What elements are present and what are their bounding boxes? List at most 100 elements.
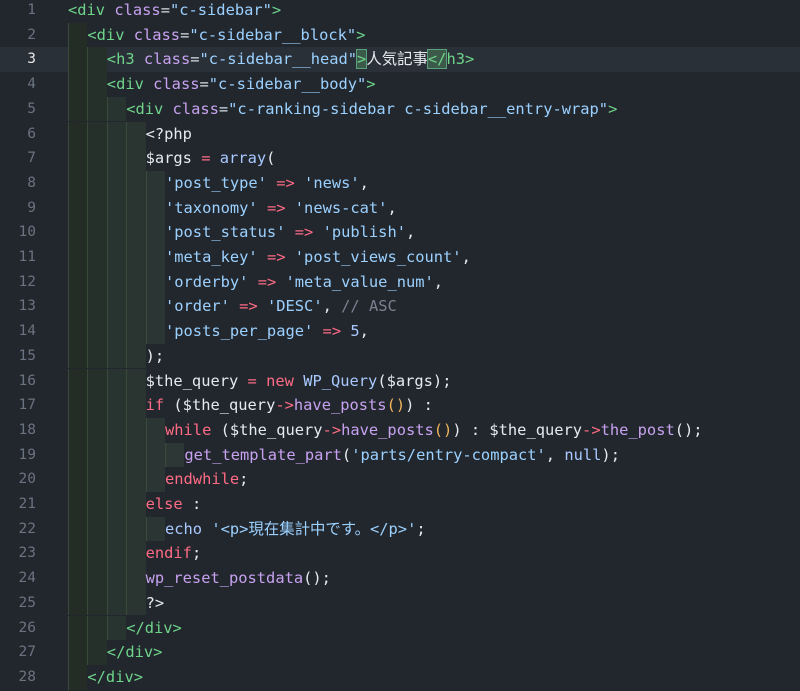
line-number: 28 <box>18 668 36 685</box>
line-number: 3 <box>27 51 36 68</box>
indent-guide <box>126 368 146 394</box>
indent-guide <box>68 541 88 567</box>
indent-guide <box>106 170 127 196</box>
code-token: 5 <box>350 322 360 341</box>
indent-guide <box>126 121 146 147</box>
code-text: 'meta_key' => 'post_views_count', <box>165 245 471 270</box>
indent-guide <box>106 393 127 418</box>
code-text: 'order' => 'DESC', // ASC <box>165 294 397 319</box>
indent-guide <box>87 368 107 394</box>
code-line[interactable]: 2 <div class="c-sidebar__block"> <box>0 22 800 48</box>
code-token: = <box>190 50 200 69</box>
code-line[interactable]: 21 else : <box>0 492 800 517</box>
indent-guide <box>106 343 127 369</box>
indent-guide <box>68 22 88 48</box>
code-token: ; <box>239 470 249 489</box>
code-token: ); <box>601 445 620 464</box>
code-token: ?> <box>145 593 165 612</box>
code-token: ($the_query <box>211 420 323 439</box>
code-line[interactable]: 4 <div class="c-sidebar__body"> <box>0 72 800 97</box>
indent-guide <box>87 245 107 270</box>
indent-guide <box>68 195 88 221</box>
indent-guide <box>87 541 107 567</box>
code-token: () <box>433 420 453 439</box>
indent-guide <box>126 590 146 616</box>
code-editor[interactable]: 1 <div class="c-sidebar"> 2 <div class="c-s… <box>0 0 800 691</box>
code-token: class <box>133 25 181 44</box>
code-line[interactable]: 24 wp_reset_postdata(); <box>0 566 800 591</box>
code-line[interactable]: 16 $the_query = new WP_Query($args); <box>0 368 800 394</box>
code-token: else <box>145 495 183 513</box>
indent-guide <box>106 417 127 443</box>
indent-guide <box>145 294 165 320</box>
code-token: </div> <box>126 618 182 637</box>
code-token: 人気記事 <box>366 50 428 69</box>
code-token: endif <box>145 544 192 563</box>
code-line[interactable]: 27 </div> <box>0 640 800 665</box>
code-token: = <box>160 1 170 19</box>
indent-guide <box>87 72 107 97</box>
code-token: <div <box>87 25 134 44</box>
code-line[interactable]: 15); <box>0 343 800 369</box>
code-token: , <box>359 173 369 192</box>
code-token: null <box>564 445 602 464</box>
indent-guide <box>106 195 127 221</box>
code-line[interactable]: 23 endif; <box>0 541 800 567</box>
code-text: <div class="c-ranking-sidebar c-sidebar_… <box>126 97 617 122</box>
line-number: 7 <box>27 150 36 167</box>
code-line[interactable]: 9 'taxonomy' => 'news-cat', <box>0 195 800 221</box>
code-line[interactable]: 10 'post_status' => 'publish', <box>0 220 800 245</box>
code-token: '<p>現在集計中です。</p>' <box>211 519 417 538</box>
code-line[interactable]: 28 </div> <box>0 664 800 690</box>
code-line[interactable]: 17 if ($the_query->have_posts()) : <box>0 393 800 418</box>
code-line[interactable]: 26 </div> <box>0 615 800 641</box>
code-line[interactable]: 20 endwhile; <box>0 467 800 492</box>
indent-guide <box>87 146 107 171</box>
code-line[interactable]: 22 echo '<p>現在集計中です。</p>'; <box>0 516 800 542</box>
code-text: 'orderby' => 'meta_value_num', <box>165 270 443 295</box>
code-line[interactable]: 13 'order' => 'DESC', // ASC <box>0 294 800 320</box>
line-number: 8 <box>27 174 36 191</box>
indent-guide <box>145 245 165 270</box>
indent-guide <box>126 245 146 270</box>
code-line[interactable]: 11 'meta_key' => 'post_views_count', <box>0 245 800 270</box>
indent-guide <box>68 566 88 591</box>
code-line[interactable]: 5 <div class="c-ranking-sidebar c-sidebar… <box>0 96 800 122</box>
code-line[interactable]: 1 <div class="c-sidebar"> <box>0 0 800 23</box>
code-line[interactable]: 12 'orderby' => 'meta_value_num', <box>0 269 800 295</box>
code-line[interactable]: 19 get_template_part('parts/entry-compact… <box>0 442 800 468</box>
code-token: > <box>366 75 376 94</box>
code-text: </div> <box>126 616 182 641</box>
line-number: 4 <box>27 76 36 93</box>
indent-guide <box>68 467 88 492</box>
indent-guide <box>145 319 165 344</box>
code-token: , <box>387 198 397 217</box>
code-line[interactable]: 18 while ($the_query->have_posts()) : $th… <box>0 417 800 443</box>
code-token: ; <box>191 544 202 563</box>
line-number: 12 <box>18 273 36 290</box>
code-line[interactable]: 7 $args = array( <box>0 146 800 171</box>
code-line[interactable]: 25 ?> <box>0 590 800 616</box>
code-token: -> <box>275 396 294 415</box>
code-line[interactable]: 14 'posts_per_page' => 5, <box>0 319 800 344</box>
code-token: 'post_status' <box>165 223 286 242</box>
code-token: array <box>219 149 267 168</box>
code-line[interactable]: 6 <?php <box>0 121 800 147</box>
code-token: WP_Query <box>303 371 378 390</box>
code-token: > <box>608 99 618 118</box>
code-token: h3 <box>446 50 465 69</box>
indent-guide <box>87 96 107 122</box>
code-text: </div> <box>107 640 163 665</box>
code-text: <div class="c-sidebar"> <box>68 0 281 23</box>
code-token: 'news-cat' <box>294 198 388 217</box>
code-line[interactable]: 8 'post_type' => 'news', <box>0 170 800 196</box>
code-line[interactable]: 3 <h3 class="c-sidebar__head">人気記事</h3> <box>0 47 800 73</box>
indent-guide <box>87 269 107 295</box>
